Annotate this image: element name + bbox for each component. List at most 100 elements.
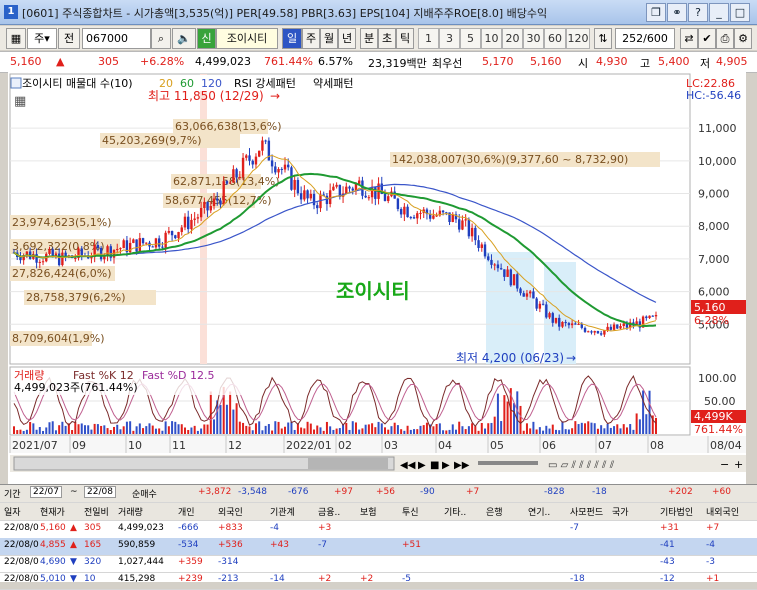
last-icon[interactable]: ▶▶ (454, 460, 470, 471)
grid-header-cell[interactable]: 일자 (4, 505, 21, 518)
table-row[interactable]: 22/08/0 5,010 10 ▼ 415,298 +239 -213 -14 +2 +2 -5 -… (0, 572, 757, 590)
stock-chart[interactable]: 63,066,638(13,6%)45,203,269(9,7%)62,871,… (8, 72, 746, 524)
search-icon[interactable]: ⌕ (151, 28, 171, 49)
table-cell: +1 (706, 574, 720, 584)
volume-bar (235, 403, 238, 434)
grid-header-cell[interactable]: 거래량 (118, 505, 143, 518)
grid-header-cell[interactable]: 은행 (486, 505, 503, 518)
stock-code-input[interactable]: 067000 (82, 28, 151, 49)
sound-icon[interactable]: 🔈 (172, 28, 196, 49)
period-120[interactable]: 120 (566, 28, 590, 49)
settings-icon[interactable]: ⚙ (734, 28, 752, 49)
table-cell: -12 (660, 574, 675, 584)
check-icon[interactable]: ✔ (698, 28, 716, 49)
play-back-icon[interactable]: ▶ (418, 460, 426, 471)
minimize-icon[interactable]: _ (709, 3, 729, 22)
up-arrow-icon: ▲ (70, 540, 77, 550)
grid-header-cell[interactable]: 연기.. (528, 505, 550, 518)
tab-month[interactable]: 월 (320, 28, 338, 49)
spin-icon[interactable]: ⇅ (594, 28, 612, 49)
price-axis-label: 7,000 (698, 253, 730, 266)
arrows-icon[interactable]: ⇄ (680, 28, 698, 49)
grid-header-cell[interactable]: 외국인 (218, 505, 243, 518)
volume-bar (538, 427, 541, 434)
x-axis-label: 2021/07 (12, 439, 58, 452)
date-to-input[interactable]: 22/08 (84, 486, 116, 498)
candle-body (261, 140, 264, 151)
scroll-thumb[interactable] (308, 458, 388, 469)
market-type-select[interactable]: 주▾ (27, 28, 57, 49)
tab-second[interactable]: 초 (378, 28, 396, 49)
volume-bar (329, 426, 332, 434)
volume-bar (119, 429, 122, 434)
volume-bar (225, 404, 228, 434)
candle-body (219, 200, 222, 205)
link-icon[interactable]: ⚭ (667, 3, 687, 22)
table-cell: 22/08/0 (4, 523, 39, 533)
grid-header-cell[interactable]: 국가 (612, 505, 629, 518)
summary-fin: +97 (334, 487, 353, 497)
x-axis-label: 07 (598, 439, 612, 452)
grid-header-cell[interactable]: 기타법인 (660, 505, 693, 518)
info-icon[interactable]: ? (688, 3, 708, 22)
candle-body (470, 227, 474, 237)
print-icon[interactable]: ⎙ (716, 28, 734, 49)
candle-body (296, 179, 300, 194)
stop-icon[interactable]: ■ (430, 460, 439, 471)
volume-bar (577, 424, 580, 434)
period-3[interactable]: 3 (439, 28, 460, 49)
speed-slider[interactable] (478, 461, 538, 465)
grid-header-cell[interactable]: 기타.. (444, 505, 466, 518)
volume-bar (293, 429, 296, 434)
first-icon[interactable]: ◀◀ (400, 460, 416, 471)
tab-day[interactable]: 일 (282, 28, 302, 49)
candle-body (609, 326, 613, 330)
maximize-icon[interactable]: □ (730, 3, 750, 22)
volume-bar (358, 429, 361, 434)
candle-body (419, 212, 422, 214)
grid-view-icon[interactable]: ▦ (6, 28, 26, 49)
period-60[interactable]: 60 (544, 28, 566, 49)
table-row[interactable]: 22/08/0 4,855 165 ▲ 590,859 -534 +536 +43 -7 +51 -… (0, 538, 757, 556)
candle-body (241, 157, 245, 177)
volume-bar (287, 422, 290, 434)
grid-header-cell[interactable]: 현재가 (40, 505, 65, 518)
grid-header-cell[interactable]: 내외국인 (706, 505, 739, 518)
period-30[interactable]: 30 (523, 28, 544, 49)
candle-body (596, 331, 600, 334)
count-field[interactable]: 252/600 (615, 28, 675, 49)
date-from-input[interactable]: 22/07 (30, 486, 62, 498)
zoom-in-icon[interactable]: + (734, 458, 743, 471)
volume-bar (164, 421, 167, 434)
chart-grid-icon[interactable]: ▦ (14, 94, 26, 109)
prev-button[interactable]: 전 (58, 28, 80, 49)
grid-header-cell[interactable]: 개인 (178, 505, 195, 518)
table-row[interactable]: 22/08/0 4,690 320 ▼ 1,027,444 +359 -314 -43 -3 (0, 555, 757, 573)
grid-header-cell[interactable]: 기관계 (270, 505, 295, 518)
candle-body (232, 169, 235, 183)
table-row[interactable]: 22/08/0 5,160 305 ▲ 4,499,023 -666 +833 -4 +3 -7 +… (0, 521, 757, 539)
grid-header-cell[interactable]: 보험 (360, 505, 377, 518)
zoom-tools-icon[interactable]: ▭ ▱ ⫽ ⫽ ⫽ ⫽ ⫽ ⫽ (548, 460, 615, 471)
grid-header-cell[interactable]: 전일비 (84, 505, 109, 518)
table-cell: -5 (402, 574, 411, 584)
period-20[interactable]: 20 (502, 28, 523, 49)
period-1[interactable]: 1 (418, 28, 439, 49)
zoom-out-icon[interactable]: − (720, 458, 729, 471)
tab-tick[interactable]: 틱 (396, 28, 414, 49)
volume-bar (400, 429, 403, 434)
stock-name-field[interactable]: 조이시티 (216, 28, 278, 49)
period-10[interactable]: 10 (481, 28, 502, 49)
tab-minute[interactable]: 분 (360, 28, 378, 49)
volume-bar (364, 424, 367, 434)
play-icon[interactable]: ▶ (442, 460, 450, 471)
table-cell: -314 (218, 557, 239, 567)
restore-icon[interactable]: ❐ (646, 3, 666, 22)
tab-year[interactable]: 년 (338, 28, 356, 49)
tab-week[interactable]: 주 (302, 28, 320, 49)
grid-header-cell[interactable]: 사모펀드 (570, 505, 603, 518)
grid-header-cell[interactable]: 금융.. (318, 505, 340, 518)
grid-header-cell[interactable]: 투신 (402, 505, 419, 518)
period-5[interactable]: 5 (460, 28, 481, 49)
candle-body (480, 244, 483, 248)
